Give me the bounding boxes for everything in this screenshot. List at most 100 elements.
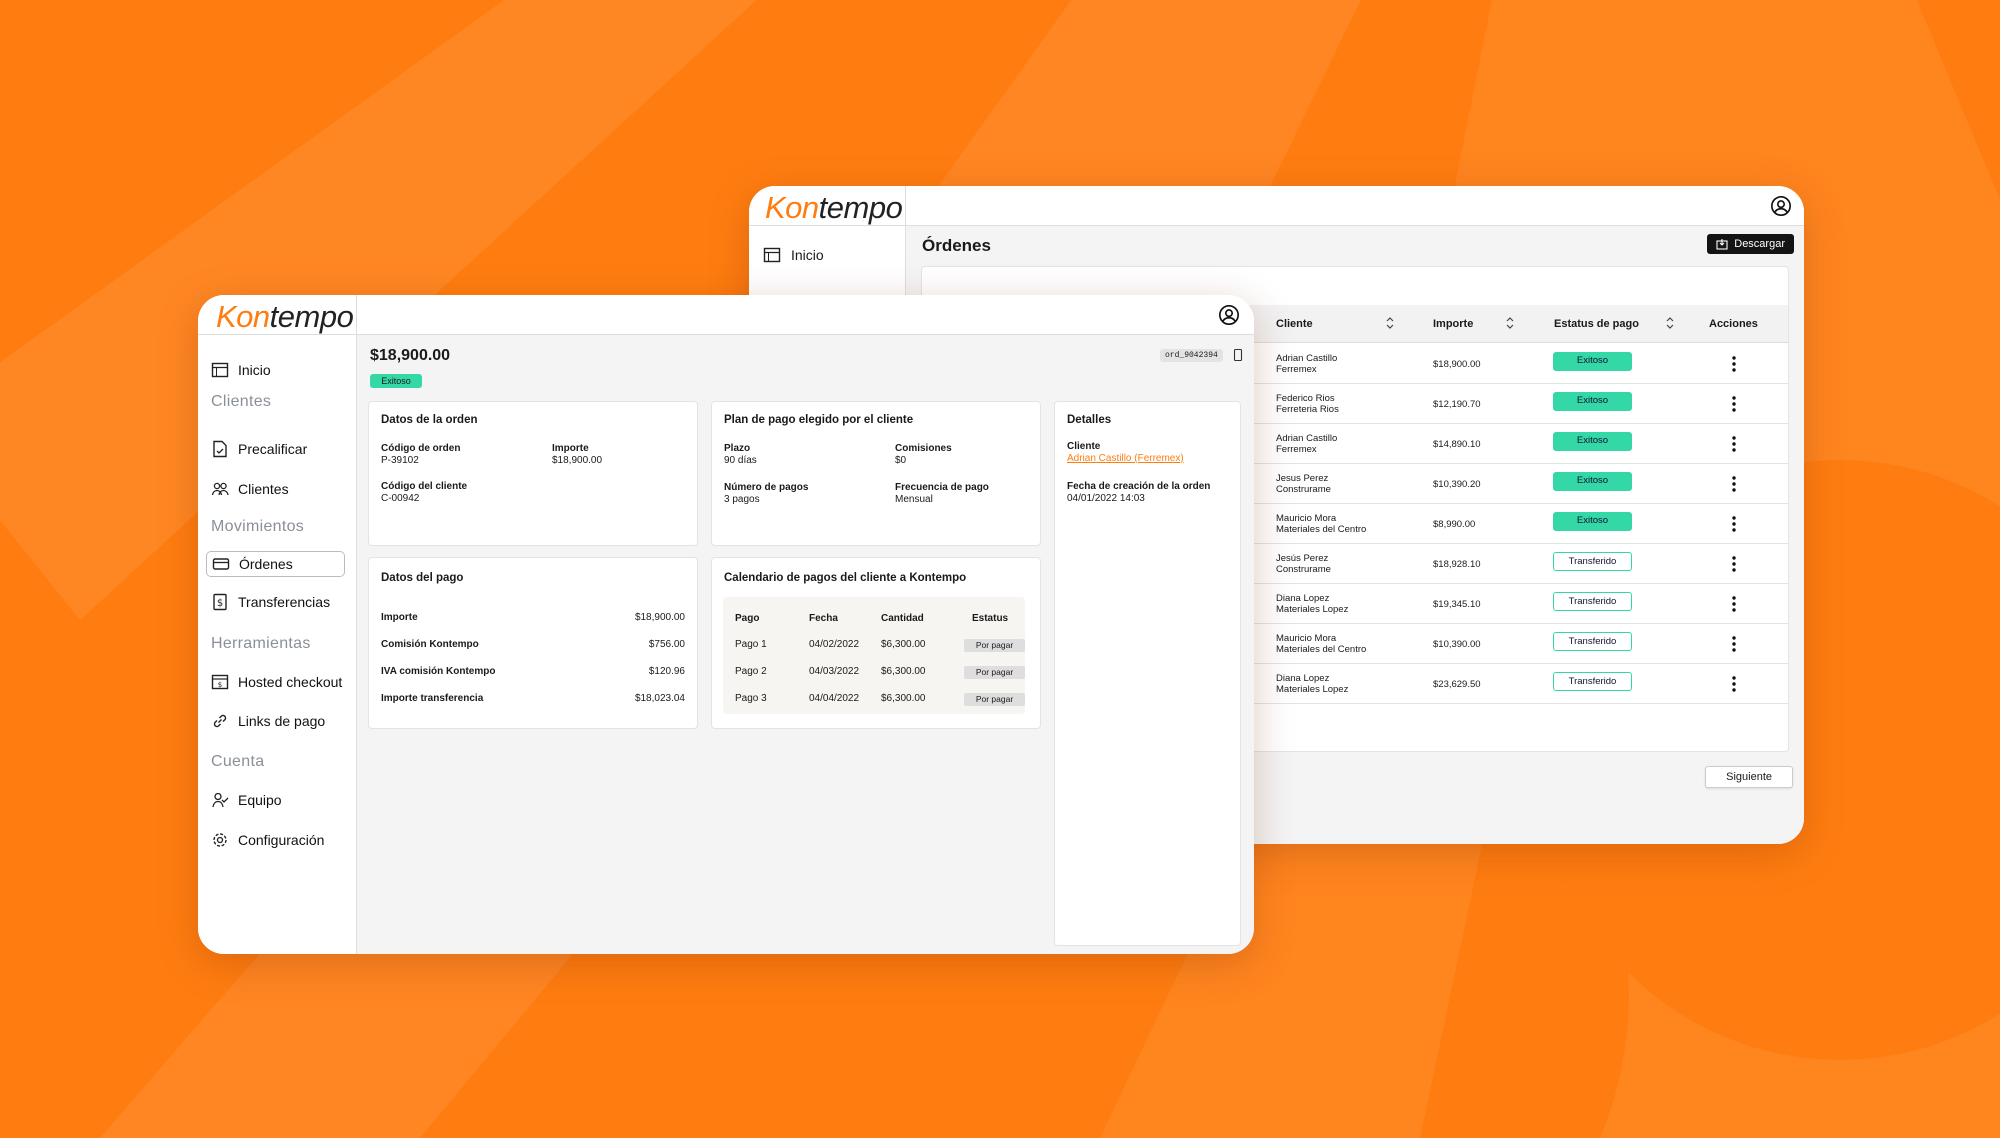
client-code-value: C-00942 <box>381 493 420 504</box>
sidebar-item-equipo[interactable]: Equipo <box>211 791 282 809</box>
schedule-cantidad: $6,300.00 <box>881 666 926 677</box>
payment-value: $756.00 <box>648 639 685 650</box>
client-cell: Adrian Castillo Ferremex <box>1276 433 1338 455</box>
svg-text:$: $ <box>217 598 223 609</box>
client-cell: Federico Rios Ferreteria Rios <box>1276 393 1339 415</box>
top-bar: Kontempo <box>749 186 1804 226</box>
sidebar-item-links-de-pago[interactable]: Links de pago <box>211 712 325 730</box>
sidebar-item-clientes[interactable]: Clientes <box>211 480 289 498</box>
more-actions-icon[interactable] <box>1729 355 1739 373</box>
section-heading-cuenta: Cuenta <box>211 753 265 770</box>
fees-value: $0 <box>895 455 907 466</box>
sidebar-item-label: Inicio <box>238 362 271 378</box>
schedule-cantidad: $6,300.00 <box>881 639 926 650</box>
payment-value: $18,900.00 <box>634 612 685 623</box>
download-button[interactable]: Descargar <box>1707 234 1794 254</box>
column-header-acciones: Acciones <box>1709 318 1758 330</box>
field-label: Número de pagos <box>724 482 809 493</box>
more-actions-icon[interactable] <box>1729 475 1739 493</box>
copy-icon[interactable] <box>1232 348 1244 362</box>
more-actions-icon[interactable] <box>1729 675 1739 693</box>
amount-cell: $14,890.10 <box>1433 439 1481 450</box>
sidebar-item-inicio[interactable]: Inicio <box>211 361 271 379</box>
payment-label: IVA comisión Kontempo <box>381 666 496 677</box>
download-icon <box>1716 238 1728 250</box>
more-actions-icon[interactable] <box>1729 435 1739 453</box>
status-badge: Exitoso <box>1553 352 1632 371</box>
card-title: Detalles <box>1067 414 1112 426</box>
field-label: Fecha de creación de la orden <box>1067 481 1211 492</box>
payment-value: $18,023.04 <box>634 693 685 704</box>
sort-icon[interactable] <box>1664 315 1676 331</box>
user-account-icon[interactable] <box>1770 195 1792 217</box>
sort-icon[interactable] <box>1504 315 1516 331</box>
amount-cell: $12,190.70 <box>1433 399 1481 410</box>
column-header-cliente[interactable]: Cliente <box>1276 318 1313 330</box>
status-badge: Exitoso <box>1553 472 1632 491</box>
schedule-pago: Pago 2 <box>735 666 767 677</box>
client-link[interactable]: Adrian Castillo (Ferremex) <box>1067 453 1184 464</box>
schedule-pago: Pago 3 <box>735 693 767 704</box>
more-actions-icon[interactable] <box>1729 395 1739 413</box>
field-label: Código de orden <box>381 443 461 454</box>
more-actions-icon[interactable] <box>1729 515 1739 533</box>
credit-card-icon <box>212 555 230 573</box>
sidebar-item-label: Clientes <box>238 481 289 497</box>
column-header-estatus[interactable]: Estatus de pago <box>1554 318 1639 330</box>
calendar-icon <box>763 246 781 264</box>
payment-label: Comisión Kontempo <box>381 639 479 650</box>
sidebar-item-transferencias[interactable]: $ Transferencias <box>211 593 330 611</box>
sidebar-item-label: Transferencias <box>238 594 331 610</box>
card-title: Datos de la orden <box>381 414 478 426</box>
sidebar-item-precalificar[interactable]: Precalificar <box>211 440 307 458</box>
client-cell: Diana Lopez Materiales Lopez <box>1276 593 1349 615</box>
section-heading-movimientos: Movimientos <box>211 518 305 535</box>
term-value: 90 días <box>724 455 757 466</box>
sort-icon[interactable] <box>1384 315 1396 331</box>
status-badge: Exitoso <box>1553 432 1632 451</box>
amount-cell: $23,629.50 <box>1433 679 1481 690</box>
field-label: Comisiones <box>895 443 952 454</box>
order-detail-main: $18,900.00 Exitoso ord_9042394 Datos de … <box>357 335 1254 954</box>
team-icon <box>211 791 229 809</box>
order-detail-window: Kontempo Inicio Clientes Precalificar Cl… <box>198 295 1254 954</box>
user-account-icon[interactable] <box>1218 304 1240 326</box>
order-amount: $18,900.00 <box>370 347 451 364</box>
more-actions-icon[interactable] <box>1729 595 1739 613</box>
amount-cell: $10,390.00 <box>1433 639 1481 650</box>
status-badge: Exitoso <box>1553 392 1632 411</box>
column-header: Pago <box>735 613 760 624</box>
sidebar-item-configuracion[interactable]: Configuración <box>211 831 324 849</box>
card-title: Calendario de pagos del cliente a Kontem… <box>724 572 967 584</box>
client-cell: Diana Lopez Materiales Lopez <box>1276 673 1349 695</box>
users-icon <box>211 480 229 498</box>
schedule-pago: Pago 1 <box>735 639 767 650</box>
schedule-fecha: 04/03/2022 <box>809 666 860 677</box>
schedule-table: Pago Fecha Cantidad Estatus Pago 1 04/02… <box>723 597 1025 714</box>
more-actions-icon[interactable] <box>1729 635 1739 653</box>
link-icon <box>211 712 229 730</box>
card-title: Plan de pago elegido por el cliente <box>724 414 914 426</box>
sidebar-item-inicio[interactable]: Inicio <box>763 246 824 264</box>
dollar-receipt-icon: $ <box>211 593 229 611</box>
page-title: Órdenes <box>922 236 991 255</box>
sidebar-item-label: Equipo <box>238 792 282 808</box>
status-badge: Por pagar <box>964 666 1025 679</box>
amount-cell: $18,900.00 <box>1433 359 1481 370</box>
payment-schedule-card: Calendario de pagos del cliente a Kontem… <box>711 557 1041 729</box>
client-cell: Mauricio Mora Materiales del Centro <box>1276 513 1367 535</box>
order-data-card: Datos de la orden Código de orden P-3910… <box>368 401 698 546</box>
sidebar-item-label: Links de pago <box>238 713 326 729</box>
column-header-importe[interactable]: Importe <box>1433 318 1473 330</box>
order-amount-value: $18,900.00 <box>552 455 603 466</box>
status-badge: Transferido <box>1553 552 1632 571</box>
status-badge: Transferido <box>1553 592 1632 611</box>
payment-label: Importe <box>381 612 418 623</box>
sidebar-item-label: Órdenes <box>239 556 293 572</box>
field-label: Código del cliente <box>381 481 468 492</box>
sidebar-item-hosted-checkout[interactable]: $ Hosted checkout <box>211 673 342 691</box>
kontempo-logo: Kontempo <box>765 190 903 225</box>
sidebar-item-ordenes[interactable]: Órdenes <box>206 551 345 577</box>
next-page-button[interactable]: Siguiente <box>1705 766 1793 788</box>
more-actions-icon[interactable] <box>1729 555 1739 573</box>
